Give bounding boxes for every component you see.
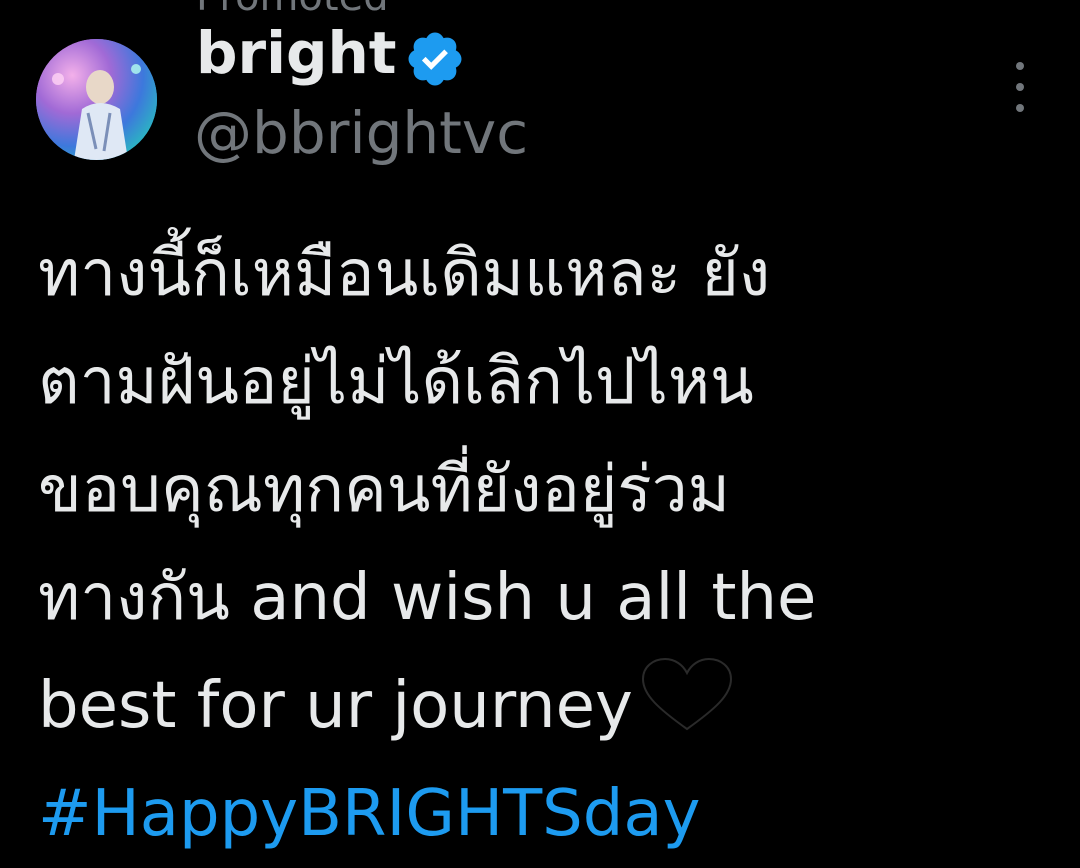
display-name[interactable]: bright bbox=[196, 20, 397, 86]
tweet-text-segment: best for ur journey bbox=[38, 669, 633, 743]
tweet-text-line-last: best for ur journey bbox=[38, 652, 1058, 760]
more-options-icon bbox=[1016, 62, 1024, 70]
tweet-body: ทางนี้ก็เหมือนเดิมแหละ ยัง ตามฝันอยู่ไม่… bbox=[38, 220, 1058, 868]
user-handle[interactable]: @bbrightvc bbox=[194, 100, 528, 166]
more-options-icon bbox=[1016, 104, 1024, 112]
avatar-image bbox=[36, 39, 157, 160]
tweet-text-line: ทางกัน and wish u all the bbox=[38, 561, 817, 635]
more-options-button[interactable] bbox=[1004, 62, 1036, 112]
avatar[interactable] bbox=[36, 39, 157, 160]
hashtag-link[interactable]: #HappyBRIGHTSday bbox=[38, 760, 1058, 868]
tweet-text-line: ตามฝันอยู่ไม่ได้เลิกไปไหน bbox=[38, 345, 754, 419]
more-options-icon bbox=[1016, 83, 1024, 91]
black-heart-icon bbox=[641, 657, 732, 731]
tweet-text-line: ขอบคุณทุกคนที่ยังอยู่ร่วม bbox=[38, 453, 730, 527]
tweet-text-line: ทางนี้ก็เหมือนเดิมแหละ ยัง bbox=[38, 237, 771, 311]
verified-badge-icon bbox=[408, 32, 462, 86]
header-fragment-text: Promoted bbox=[196, 0, 389, 20]
